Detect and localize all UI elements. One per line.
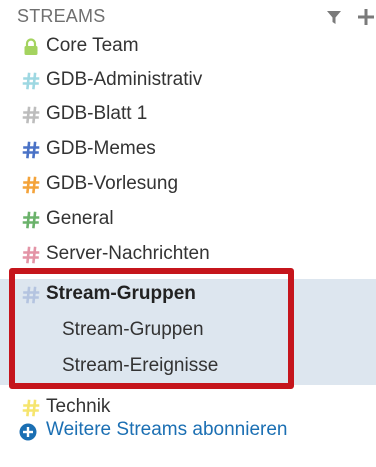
plus-icon[interactable] xyxy=(356,7,376,27)
plus-circle-icon xyxy=(19,423,37,441)
hash-icon xyxy=(22,176,40,194)
stream-item-gdb-vorlesung[interactable]: GDB-Vorlesung xyxy=(0,169,376,203)
topic-label: Stream-Gruppen xyxy=(62,319,204,340)
hash-icon xyxy=(22,246,40,264)
topic-item-stream-gruppen[interactable]: Stream-Gruppen xyxy=(0,313,376,349)
topic-item-stream-ereignisse[interactable]: Stream-Ereignisse xyxy=(0,349,376,385)
stream-item-stream-gruppen[interactable]: Stream-Gruppen xyxy=(0,279,376,313)
stream-item-gdb-blatt-1[interactable]: GDB-Blatt 1 xyxy=(0,99,376,133)
hash-icon xyxy=(22,211,40,229)
stream-item-gdb-memes[interactable]: GDB-Memes xyxy=(0,134,376,168)
stream-item-core-team[interactable]: Core Team xyxy=(0,31,376,65)
hash-icon xyxy=(22,72,40,90)
topic-label: Stream-Ereignisse xyxy=(62,355,219,376)
stream-label: General xyxy=(46,208,114,229)
stream-label: Server-Nachrichten xyxy=(46,243,210,264)
stream-label: Core Team xyxy=(46,35,139,56)
stream-label: GDB-Vorlesung xyxy=(46,173,179,194)
stream-label: GDB-Administrativ xyxy=(46,69,203,90)
streams-header-title: STREAMS xyxy=(17,6,106,26)
subscribe-more-streams-label: Weitere Streams abonnieren xyxy=(46,419,288,440)
stream-label: GDB-Blatt 1 xyxy=(46,103,148,124)
hash-icon xyxy=(22,286,40,304)
hash-icon xyxy=(22,141,40,159)
stream-label: Stream-Gruppen xyxy=(46,283,196,304)
streams-panel: STREAMS Core Team GDB-Administrativ GDB-… xyxy=(0,0,376,467)
stream-item-general[interactable]: General xyxy=(0,204,376,238)
subscribe-more-streams-link[interactable]: Weitere Streams abonnieren xyxy=(0,415,376,449)
stream-item-server-nachrichten[interactable]: Server-Nachrichten xyxy=(0,239,376,273)
streams-header: STREAMS xyxy=(0,0,376,34)
stream-label: GDB-Memes xyxy=(46,138,156,159)
stream-item-gdb-administrativ[interactable]: GDB-Administrativ xyxy=(0,65,376,99)
lock-icon xyxy=(24,38,38,55)
filter-icon[interactable] xyxy=(327,11,341,25)
hash-icon xyxy=(22,106,40,124)
